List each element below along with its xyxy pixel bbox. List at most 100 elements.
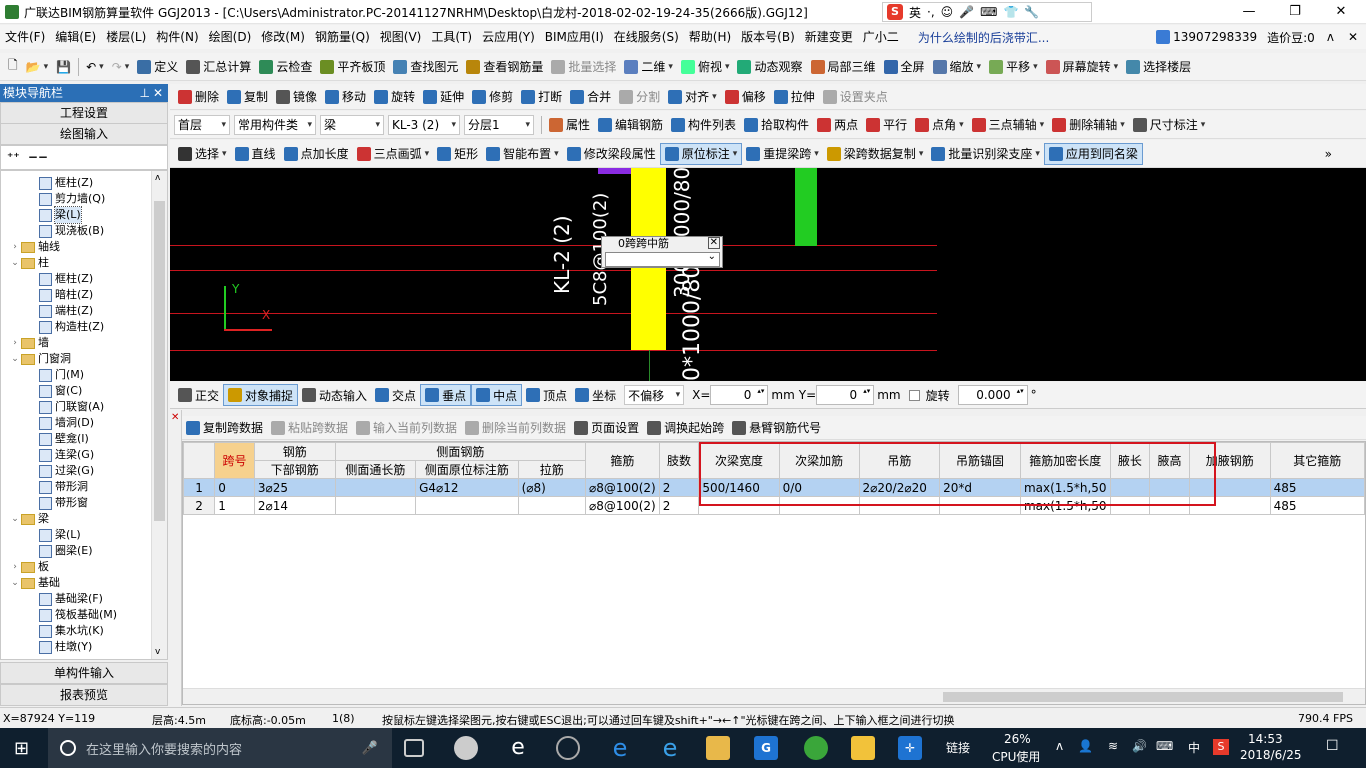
col-header[interactable]: 箍筋加密长度 (1019, 442, 1111, 479)
popup-input[interactable] (605, 252, 720, 267)
undo-icon[interactable]: ↶ (82, 56, 108, 78)
edit-tool-button-13[interactable]: 设置夹点 (819, 86, 892, 108)
edit-tool-button-12[interactable]: 拉伸 (770, 86, 819, 108)
main-tool-button-15[interactable]: 选择楼层 (1122, 56, 1195, 78)
col-header[interactable]: 肢数 (658, 442, 700, 479)
tree-node[interactable]: 柱墩(Y) (1, 639, 167, 655)
collapse-icon[interactable]: ⌄ (9, 575, 21, 591)
comp-tool-button-4[interactable]: 两点 (813, 114, 862, 136)
col-header[interactable]: 吊筋 (858, 442, 941, 479)
network-label[interactable]: 链接 (946, 739, 970, 756)
snap-tool-button-2[interactable]: 动态输入 (298, 384, 371, 406)
tree-node[interactable]: 构造柱(Z) (1, 319, 167, 335)
tree-node[interactable]: ⌄ 柱 (1, 255, 167, 271)
draw-tool-button-1[interactable]: 直线 (231, 143, 280, 165)
table-cell[interactable]: ⌀8@100(2) (584, 478, 660, 497)
tray-keyboard-icon[interactable]: ⌨ (1156, 739, 1173, 753)
edit-tool-button-3[interactable]: 移动 (321, 86, 370, 108)
component-class-select[interactable]: 梁 (320, 114, 384, 135)
pin-icon[interactable]: ⊥ (140, 84, 150, 102)
span-header[interactable]: 跨号 (214, 442, 255, 479)
collapse-icon[interactable]: ⌄ (9, 511, 21, 527)
tree-node[interactable]: › 墙 (1, 335, 167, 351)
edit-tool-button-4[interactable]: 旋转 (370, 86, 419, 108)
table-cell[interactable] (698, 496, 780, 515)
news-link[interactable]: 为什么绘制的后浇带汇... (918, 29, 1049, 46)
snap-tool-button-5[interactable]: 中点 (471, 384, 523, 406)
draw-tool-button-11[interactable]: 应用到同名梁 (1043, 142, 1143, 165)
floor-select[interactable]: 首层 (174, 114, 230, 135)
tree-node[interactable]: 圈梁(E) (1, 543, 167, 559)
edge-icon[interactable]: e (608, 736, 632, 760)
mic-icon[interactable]: 🎤 (362, 741, 378, 756)
draw-tool-button-0[interactable]: 选择 (174, 143, 231, 165)
task-view-icon[interactable] (404, 739, 424, 757)
table-cell[interactable] (517, 496, 586, 515)
more-icon[interactable]: » (1321, 143, 1336, 165)
draw-tool-button-5[interactable]: 智能布置 (482, 143, 563, 165)
coin-count[interactable]: 造价豆:0 (1267, 29, 1321, 46)
main-tool-button-13[interactable]: 平移 (985, 56, 1042, 78)
scroll-up-icon[interactable]: ʌ (155, 173, 160, 183)
pinwheel-app-icon[interactable] (454, 736, 478, 760)
glodon-app-icon[interactable]: G (754, 736, 778, 760)
draw-tool-button-7[interactable]: 原位标注 (659, 142, 743, 165)
comp-tool-button-5[interactable]: 平行 (862, 114, 911, 136)
comp-tool-button-9[interactable]: 尺寸标注 (1129, 114, 1210, 136)
main-tool-button-0[interactable]: 定义 (133, 56, 182, 78)
tree-node[interactable]: 现浇板(B) (1, 223, 167, 239)
table-hscrollbar[interactable] (183, 688, 1365, 704)
draw-tool-button-3[interactable]: 三点画弧 (353, 143, 434, 165)
table-row[interactable]: 1 0 3⌀25 G4⌀12 (⌀8) ⌀8@100(2) 2 500/1460 0/0 2⌀20… (183, 478, 1365, 497)
edit-tool-button-8[interactable]: 合并 (566, 86, 615, 108)
menu-item-15[interactable]: 广小二 (858, 25, 904, 49)
file-explorer-icon[interactable] (706, 736, 730, 760)
tray-sogou-icon[interactable]: S (1213, 739, 1229, 755)
comp-tool-button-0[interactable]: 属性 (545, 114, 594, 136)
table-cell[interactable]: 2⌀20/2⌀20 (858, 478, 941, 497)
report-preview-button[interactable]: 报表预览 (0, 684, 168, 706)
snap-tool-button-1[interactable]: 对象捕捉 (223, 384, 299, 406)
tray-wifi-icon[interactable]: ≋ (1108, 739, 1118, 753)
menu-item-11[interactable]: 在线服务(S) (609, 25, 684, 49)
table-cell[interactable]: 500/1460 (698, 478, 780, 497)
menu-item-3[interactable]: 构件(N) (151, 25, 203, 49)
draw-tool-button-8[interactable]: 重提梁跨 (742, 143, 823, 165)
minimize-button[interactable]: — (1226, 0, 1272, 24)
grid-tool-button-0[interactable]: 复制跨数据 (182, 417, 267, 439)
green-app-icon[interactable] (804, 736, 828, 760)
menu-item-8[interactable]: 工具(T) (426, 25, 477, 49)
comp-tool-button-8[interactable]: 删除辅轴 (1048, 114, 1129, 136)
tree-node[interactable]: 带形洞 (1, 479, 167, 495)
main-tool-button-6[interactable]: 批量选择 (547, 56, 620, 78)
main-tool-button-4[interactable]: 查找图元 (389, 56, 462, 78)
col-header[interactable]: 侧面原位标注筋 (415, 460, 519, 479)
edit-tool-button-7[interactable]: 打断 (517, 86, 566, 108)
tree-node[interactable]: 剪力墙(Q) (1, 191, 167, 207)
menu-item-13[interactable]: 版本号(B) (736, 25, 800, 49)
snap-tool-button-0[interactable]: 正交 (174, 384, 223, 406)
tree-node[interactable]: 带形窗 (1, 495, 167, 511)
comp-tool-button-3[interactable]: 拾取构件 (740, 114, 813, 136)
popup-dropdown-icon[interactable]: ⌄ (708, 251, 716, 262)
maximize-button[interactable]: ❐ (1272, 0, 1318, 24)
redo-icon[interactable]: ↷ (108, 56, 134, 78)
ime-toolbar[interactable]: S 英 ·, ☺ 🎤 ⌨ 👕 🔧 (882, 2, 1092, 22)
table-cell[interactable]: 485 (1269, 496, 1365, 515)
punct-icon[interactable]: ·, (927, 5, 935, 19)
table-cell[interactable]: 0/0 (778, 478, 860, 497)
tree-node[interactable]: 壁龛(I) (1, 431, 167, 447)
close-button[interactable]: ✕ (1318, 0, 1364, 24)
draw-tool-button-9[interactable]: 梁跨数据复制 (823, 143, 928, 165)
col-header[interactable]: 次梁宽度 (698, 442, 780, 479)
tree-node[interactable]: › 轴线 (1, 239, 167, 255)
grid-tool-button-2[interactable]: 输入当前列数据 (352, 417, 461, 439)
expand-icon[interactable]: › (9, 239, 21, 255)
draw-tool-button-4[interactable]: 矩形 (433, 143, 482, 165)
table-cell[interactable] (1188, 478, 1271, 497)
skin-icon[interactable]: 👕 (1003, 5, 1018, 19)
col-header[interactable]: 下部钢筋 (253, 460, 336, 479)
col-header[interactable]: 腋高 (1149, 442, 1190, 479)
comp-tool-button-2[interactable]: 构件列表 (667, 114, 740, 136)
tools-icon[interactable]: 🔧 (1024, 5, 1039, 19)
